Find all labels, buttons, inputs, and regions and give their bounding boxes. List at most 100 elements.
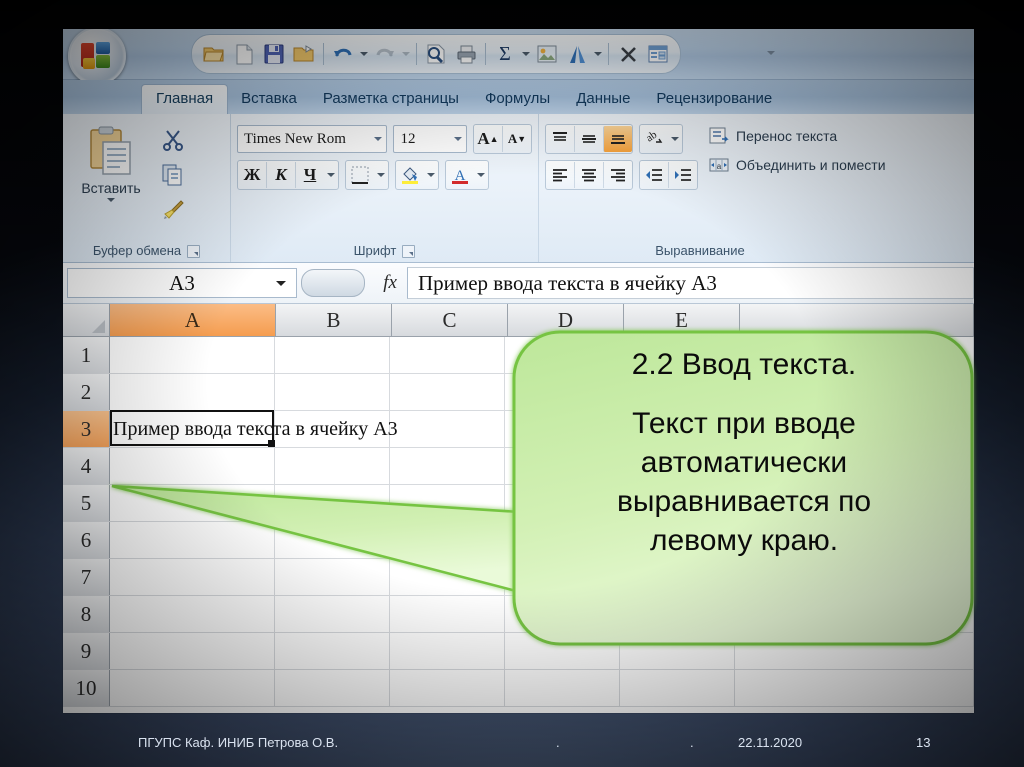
cell-a4[interactable] [110,448,275,484]
column-header-b[interactable]: B [276,304,392,336]
print-icon[interactable] [452,40,480,68]
cell-c1[interactable] [390,337,505,373]
cell-a3[interactable]: Пример ввода текста в ячейку A3 [110,410,398,447]
font-color-dropdown-icon[interactable] [474,173,488,177]
column-header-a[interactable]: A [110,304,276,336]
borders-button[interactable] [346,162,374,188]
borders-dropdown-icon[interactable] [374,173,388,177]
cell-c3[interactable] [390,411,505,447]
cell-a2[interactable] [110,374,275,410]
cell-d8[interactable] [505,596,620,632]
row-header-3[interactable]: 3 [63,411,110,447]
tab-insert[interactable]: Вставка [228,85,310,114]
clipboard-dialog-launcher-icon[interactable] [187,244,201,258]
print-preview-icon[interactable] [422,40,450,68]
cell-a1[interactable] [110,337,275,373]
fill-handle[interactable] [268,440,275,447]
cell-c5[interactable] [390,485,505,521]
autosum-icon[interactable]: Σ [491,40,519,68]
cell-f7[interactable] [735,559,974,595]
row-header-8[interactable]: 8 [63,596,110,632]
paste-button[interactable]: Вставить [69,124,153,202]
cell-a5[interactable] [110,485,275,521]
column-header-e[interactable]: E [624,304,740,336]
row-header-4[interactable]: 4 [63,448,110,484]
cell-e9[interactable] [620,633,735,669]
align-top-button[interactable] [546,126,574,152]
align-center-button[interactable] [574,162,603,188]
cell-b1[interactable] [275,337,390,373]
save-as-icon[interactable] [290,40,318,68]
row-header-9[interactable]: 9 [63,633,110,669]
format-painter-button[interactable] [161,198,185,227]
decrease-indent-button[interactable] [640,162,668,188]
autosum-dropdown-icon[interactable] [521,40,531,68]
cell-d7[interactable] [505,559,620,595]
orientation-button[interactable]: ab [640,126,668,152]
cell-c8[interactable] [390,596,505,632]
copy-button[interactable] [161,163,185,192]
cell-a10[interactable] [110,670,275,706]
insert-picture-icon[interactable] [533,40,561,68]
column-header-d[interactable]: D [508,304,624,336]
font-size-combo[interactable]: 12 [393,125,467,153]
name-box[interactable]: A3 [67,268,297,298]
tab-review[interactable]: Рецензирование [643,85,785,114]
cell-e8[interactable] [620,596,735,632]
customize-quick-access-icon[interactable] [761,43,781,63]
cell-e7[interactable] [620,559,735,595]
font-name-dropdown-icon[interactable] [374,137,383,141]
save-icon[interactable] [260,40,288,68]
tab-data[interactable]: Данные [563,85,643,114]
cell-b9[interactable] [275,633,390,669]
fill-color-dropdown-icon[interactable] [424,173,438,177]
tab-home[interactable]: Главная [141,84,229,115]
cell-c7[interactable] [390,559,505,595]
orientation-dropdown-icon[interactable] [668,137,682,141]
cell-b6[interactable] [275,522,390,558]
cell-a7[interactable] [110,559,275,595]
cell-d9[interactable] [505,633,620,669]
align-middle-button[interactable] [574,126,603,152]
paste-dropdown-icon[interactable] [107,198,115,202]
cell-d10[interactable] [505,670,620,706]
cell-b7[interactable] [275,559,390,595]
align-left-button[interactable] [546,162,574,188]
redo-icon[interactable] [371,40,399,68]
office-button[interactable] [68,29,126,85]
cell-c6[interactable] [390,522,505,558]
cell-b4[interactable] [275,448,390,484]
wordart-dropdown-icon[interactable] [593,40,603,68]
cell-c10[interactable] [390,670,505,706]
new-document-icon[interactable] [230,40,258,68]
tab-page-layout[interactable]: Разметка страницы [310,85,472,114]
grow-font-button[interactable]: A ▲ [474,126,502,152]
tab-formulas[interactable]: Формулы [472,85,563,114]
form-icon[interactable] [644,40,672,68]
font-size-dropdown-icon[interactable] [454,137,462,141]
row-header-7[interactable]: 7 [63,559,110,595]
font-dialog-launcher-icon[interactable] [402,244,416,258]
font-name-combo[interactable]: Times New Rom [237,125,388,153]
cell-c2[interactable] [390,374,505,410]
cut-button[interactable] [161,128,185,157]
cell-e10[interactable] [620,670,735,706]
cell-b5[interactable] [275,485,390,521]
column-header-c[interactable]: C [392,304,508,336]
open-icon[interactable] [200,40,228,68]
align-right-button[interactable] [603,162,632,188]
merge-center-button[interactable]: a Объединить и помести [708,155,886,175]
row-header-2[interactable]: 2 [63,374,110,410]
insert-function-icon[interactable]: fx [383,272,397,294]
cell-a8[interactable] [110,596,275,632]
cell-a9[interactable] [110,633,275,669]
shrink-font-button[interactable]: A ▼ [502,126,531,152]
align-bottom-button[interactable] [603,126,632,152]
wrap-text-button[interactable]: Перенос текста [708,126,886,146]
cell-f8[interactable] [735,596,974,632]
select-all-button[interactable] [63,304,110,336]
formula-input[interactable]: Пример ввода текста в ячейку A3 [407,267,974,299]
cell-c4[interactable] [390,448,505,484]
font-color-button[interactable]: A [446,162,474,188]
row-header-6[interactable]: 6 [63,522,110,558]
